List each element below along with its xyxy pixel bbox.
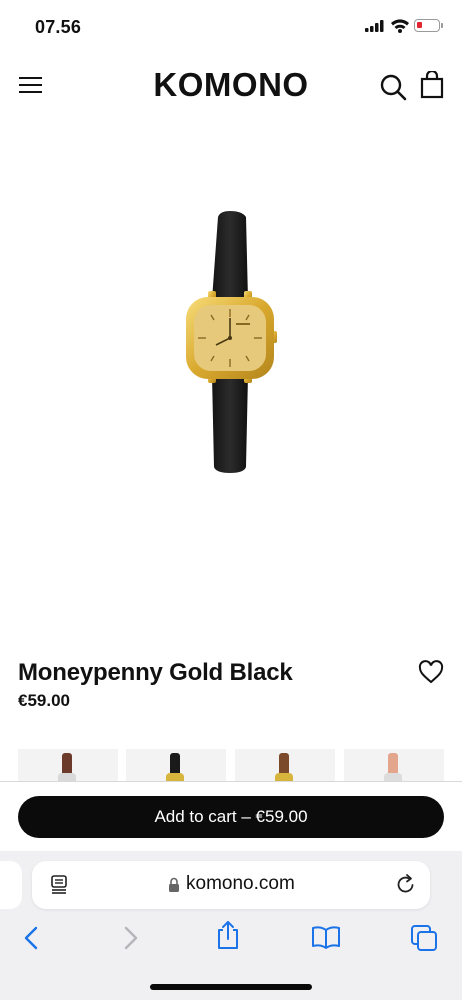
product-thumbnail[interactable]: [235, 749, 335, 783]
bookmarks-icon[interactable]: [311, 925, 341, 949]
home-indicator: [150, 984, 312, 990]
product-image[interactable]: [170, 205, 290, 485]
reader-icon[interactable]: [50, 874, 70, 894]
heart-icon[interactable]: [418, 660, 444, 684]
tabs-icon[interactable]: [410, 924, 438, 952]
product-price: €59.00: [18, 691, 70, 710]
wifi-icon: [391, 19, 409, 33]
search-icon[interactable]: [379, 73, 407, 101]
product-title: Moneypenny Gold Black: [18, 659, 293, 686]
product-thumbnail[interactable]: [344, 749, 444, 783]
product-thumbnail[interactable]: [126, 749, 226, 783]
forward-icon[interactable]: [120, 926, 140, 950]
battery-icon: [414, 19, 443, 32]
cellular-signal-icon: [365, 20, 384, 32]
share-icon[interactable]: [215, 920, 241, 950]
back-icon[interactable]: [22, 926, 42, 950]
lock-icon: [169, 877, 179, 892]
status-time: 07.56: [35, 17, 82, 37]
previous-tab-preview[interactable]: [0, 861, 22, 909]
reload-icon[interactable]: [395, 873, 417, 895]
add-to-cart-button[interactable]: Add to cart – €59.00: [18, 796, 444, 838]
url-text[interactable]: komono.com: [186, 873, 295, 895]
shopping-bag-icon[interactable]: [420, 71, 444, 99]
product-thumbnail[interactable]: [18, 749, 118, 783]
